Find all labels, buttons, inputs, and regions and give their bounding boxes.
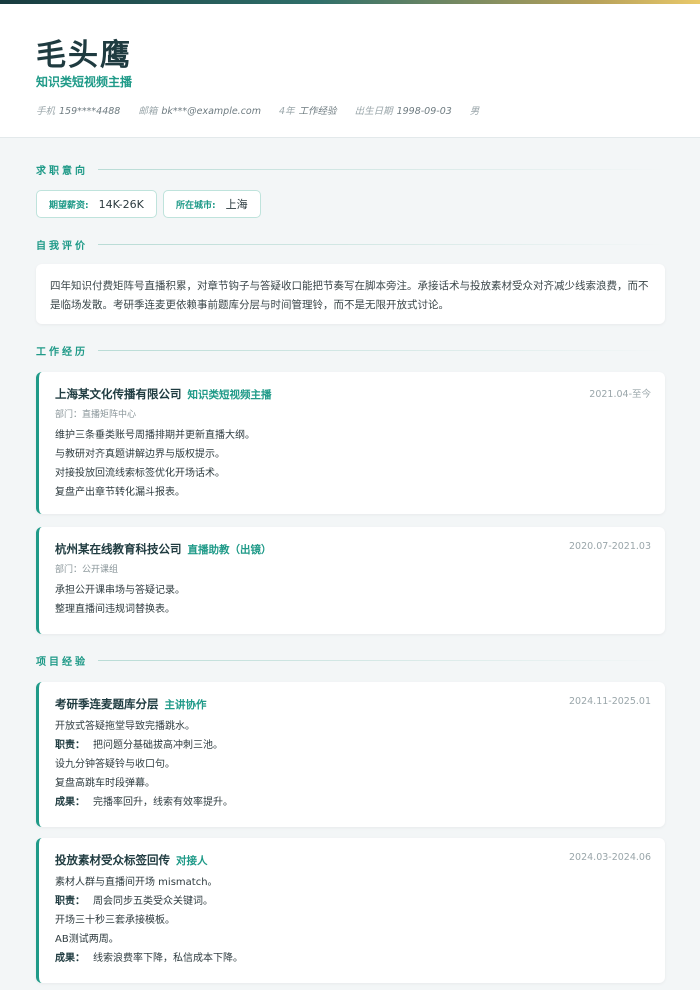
list-item: 复盘高跳车时段弹幕。 — [55, 778, 155, 789]
work-duties: 承担公开课串场与答疑记录。 整理直播间违规词替换表。 — [55, 581, 185, 619]
project-details: 开放式答疑拖堂导致完播跳水。 职责： 把问题分基础拔高冲刺三池。 设九分钟答疑铃与… — [55, 717, 233, 812]
list-item: 与教研对齐真题讲解边界与版权提示。 — [55, 449, 225, 460]
list-item: 承担公开课串场与答疑记录。 — [55, 585, 185, 596]
work-dept: 部门：直播矩阵中心 — [55, 410, 137, 420]
resume-header: 毛头鹰 知识类短视频主播 手机 159****4488 邮箱 bk***@examp… — [0, 4, 700, 138]
section-title-project: 项目经验 — [36, 653, 666, 668]
list-item: 设九分钟答疑铃与收口句。 — [55, 759, 175, 770]
experience-info: 4年 工作经验 — [279, 106, 337, 117]
self-evaluation-card: 四年知识付费矩阵号直播积累，对章节钩子与答疑收口能把节奏写在脚本旁注。承接话术与… — [36, 264, 665, 324]
gender-info: 男 — [469, 106, 480, 117]
section-title-work: 工作经历 — [36, 343, 666, 358]
section-title-self: 自我评价 — [36, 237, 666, 252]
work-date: 2020.07-2021.03 — [569, 541, 651, 552]
project-result: 成果： 线索浪费率下降，私信成本下降。 — [55, 953, 243, 964]
project-title: 考研季连麦题库分层 主讲协作 — [55, 697, 207, 711]
list-item: AB测试两周。 — [55, 934, 119, 945]
project-date: 2024.11-2025.01 — [569, 696, 651, 707]
candidate-role: 知识类短视频主播 — [36, 75, 133, 89]
phone-info: 手机 159****4488 — [36, 106, 121, 117]
list-item: 开场三十秒三套承接模板。 — [55, 915, 175, 926]
project-desc: 素材人群与直播间开场 mismatch。 — [55, 877, 218, 888]
contact-meta: 手机 159****4488 邮箱 bk***@example.com 4年 工作经验… — [36, 103, 483, 117]
work-company-title: 杭州某在线教育科技公司 直播助教（出镜） — [55, 542, 272, 556]
project-duty: 职责： 把问题分基础拔高冲刺三池。 — [55, 740, 223, 751]
project-details: 素材人群与直播间开场 mismatch。 职责： 周会同步五类受众关键词。 开场三… — [55, 873, 243, 968]
work-date: 2021.04-至今 — [589, 389, 651, 400]
list-item: 对接投放回流线索标签优化开场话术。 — [55, 468, 225, 479]
list-item: 整理直播间违规词替换表。 — [55, 604, 175, 615]
section-title-intent: 求职意向 — [36, 162, 666, 177]
project-card-2: 投放素材受众标签回传 对接人 2024.03-2024.06 素材人群与直播间开场… — [36, 838, 665, 983]
city-chip: 所在城市: 上海 — [163, 190, 261, 218]
list-item: 复盘产出章节转化漏斗报表。 — [55, 487, 185, 498]
email-info[interactable]: 邮箱 bk***@example.com — [138, 103, 261, 117]
list-item: 维护三条垂类账号周播排期并更新直播大纲。 — [55, 430, 255, 441]
project-card-1: 考研季连麦题库分层 主讲协作 2024.11-2025.01 开放式答疑拖堂导致完… — [36, 682, 665, 827]
candidate-name: 毛头鹰 — [36, 38, 132, 73]
project-duty: 职责： 周会同步五类受众关键词。 — [55, 896, 213, 907]
project-date: 2024.03-2024.06 — [569, 852, 651, 863]
work-duties: 维护三条垂类账号周播排期并更新直播大纲。 与教研对齐真题讲解边界与版权提示。 对… — [55, 426, 255, 502]
work-company-title: 上海某文化传播有限公司 知识类短视频主播 — [55, 387, 272, 401]
project-title: 投放素材受众标签回传 对接人 — [55, 853, 208, 867]
salary-chip: 期望薪资: 14K-26K — [36, 190, 157, 218]
work-card-2: 杭州某在线教育科技公司 直播助教（出镜） 2020.07-2021.03 部门：公… — [36, 527, 665, 634]
work-dept: 部门：公开课组 — [55, 565, 119, 575]
birth-info: 出生日期 1998-09-03 — [354, 106, 452, 117]
project-desc: 开放式答疑拖堂导致完播跳水。 — [55, 721, 195, 732]
work-card-1: 上海某文化传播有限公司 知识类短视频主播 2021.04-至今 部门：直播矩阵中心… — [36, 372, 665, 514]
project-result: 成果： 完播率回升，线索有效率提升。 — [55, 797, 233, 808]
